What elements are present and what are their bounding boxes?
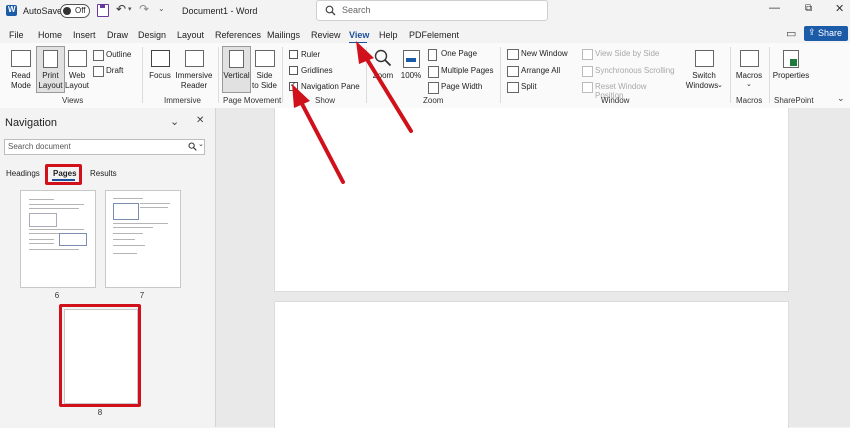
view-tab-arrowhead: [356, 41, 374, 64]
annotation-arrows: [292, 41, 413, 184]
navigation-pane-arrow: [298, 98, 345, 184]
navigation-pane-arrowhead: [292, 84, 310, 108]
view-tab-arrow: [363, 54, 413, 133]
